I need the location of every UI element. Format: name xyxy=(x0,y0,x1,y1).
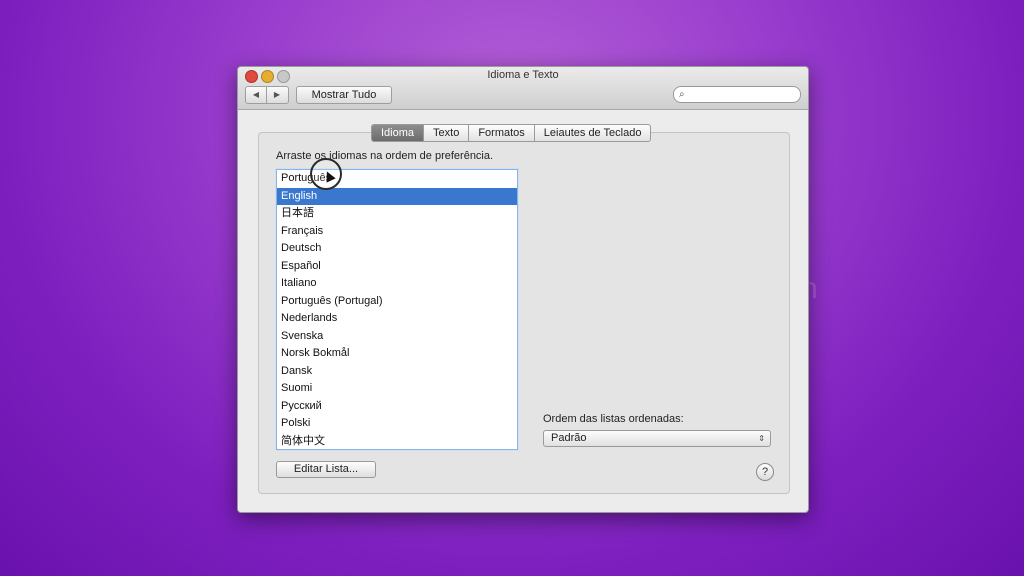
language-item-francais[interactable]: Français xyxy=(277,223,517,241)
sort-order-label: Ordem das listas ordenadas: xyxy=(543,413,684,425)
tab-texto[interactable]: Texto xyxy=(424,125,470,141)
language-item-nederlands[interactable]: Nederlands xyxy=(277,310,517,328)
back-forward-control: ◀ ▶ xyxy=(245,86,289,104)
language-list[interactable]: Português English 日本語 Français Deutsch E… xyxy=(276,169,518,450)
language-item-suomi[interactable]: Suomi xyxy=(277,380,517,398)
language-item-dansk[interactable]: Dansk xyxy=(277,363,517,381)
language-item-simplified-chinese[interactable]: 简体中文 xyxy=(277,433,517,450)
show-all-button[interactable]: Mostrar Tudo xyxy=(296,86,392,104)
language-item-italiano[interactable]: Italiano xyxy=(277,275,517,293)
language-item-norsk-bokmal[interactable]: Norsk Bokmål xyxy=(277,345,517,363)
tab-formatos[interactable]: Formatos xyxy=(469,125,535,141)
language-item-japanese[interactable]: 日本語 xyxy=(277,205,517,223)
forward-arrow-icon[interactable]: ▶ xyxy=(267,87,287,103)
search-icon: ⌕ xyxy=(679,89,685,100)
chevron-updown-icon: ⇕ xyxy=(758,434,765,443)
language-item-portugues-portugal[interactable]: Português (Portugal) xyxy=(277,293,517,311)
language-item-polski[interactable]: Polski xyxy=(277,415,517,433)
language-item-russian[interactable]: Русский xyxy=(277,398,517,416)
language-item-deutsch[interactable]: Deutsch xyxy=(277,240,517,258)
language-item-espanol[interactable]: Español xyxy=(277,258,517,276)
tab-idioma[interactable]: Idioma xyxy=(372,125,425,141)
search-field[interactable]: ⌕ xyxy=(673,86,801,103)
title-bar: Idioma e Texto ◀ ▶ Mostrar Tudo ⌕ xyxy=(238,67,808,110)
sort-order-select[interactable]: Padrão ⇕ xyxy=(543,430,771,447)
back-arrow-icon[interactable]: ◀ xyxy=(246,87,267,103)
tab-leiautes-de-teclado[interactable]: Leiautes de Teclado xyxy=(535,125,651,141)
preferences-window: Idioma e Texto ◀ ▶ Mostrar Tudo ⌕ Idioma… xyxy=(237,66,809,513)
language-item-svenska[interactable]: Svenska xyxy=(277,328,517,346)
sort-order-value: Padrão xyxy=(551,432,587,444)
edit-list-button[interactable]: Editar Lista... xyxy=(276,461,376,478)
language-item-english[interactable]: English xyxy=(277,187,517,205)
window-title: Idioma e Texto xyxy=(487,69,559,81)
instruction-text: Arraste os idiomas na ordem de preferênc… xyxy=(276,150,494,162)
tab-bar: Idioma Texto Formatos Leiautes de Teclad… xyxy=(371,124,652,142)
help-button[interactable]: ? xyxy=(756,463,774,481)
